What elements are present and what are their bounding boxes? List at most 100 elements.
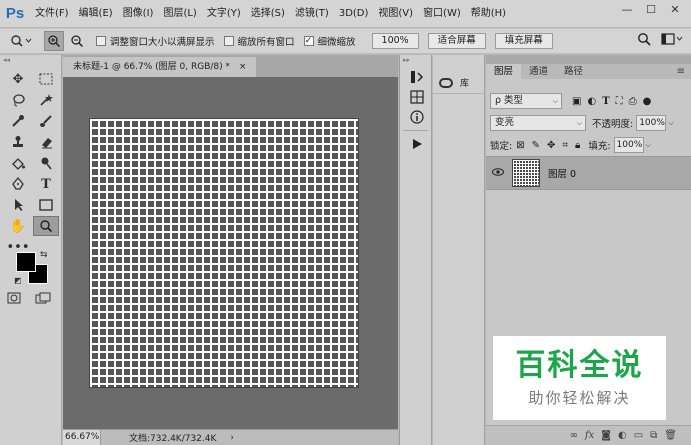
default-colors-icon[interactable]: ◩ bbox=[14, 276, 22, 285]
dodge-tool-icon[interactable] bbox=[33, 153, 59, 173]
strip-collapse-icon[interactable]: ▸▸ bbox=[400, 55, 431, 65]
zoom-in-icon[interactable] bbox=[44, 31, 64, 51]
toolbox-collapse-icon[interactable]: ◂◂ bbox=[0, 55, 61, 65]
shape-tool-icon[interactable] bbox=[33, 195, 59, 215]
lock-fill-row: 锁定: ⊠ ✎ ✥ ⌗ 🔒︎ 填充: 100% ⌵ bbox=[490, 137, 651, 153]
restore-button[interactable]: ☐ bbox=[641, 2, 661, 18]
document-tab-title: 未标题-1 @ 66.7% (图层 0, RGB/8) * bbox=[73, 62, 230, 72]
menu-layer[interactable]: 图层(L) bbox=[158, 0, 201, 27]
lock-transparent-icon[interactable]: ⊠ bbox=[516, 140, 524, 151]
layer-row[interactable]: 图层 0 bbox=[486, 156, 691, 190]
checkbox-box[interactable] bbox=[223, 36, 234, 46]
filter-kind-select[interactable]: ρ 类型 ⌵ bbox=[490, 93, 562, 109]
type-tool-icon[interactable]: T bbox=[33, 174, 59, 194]
zoom-100-button[interactable]: 100% bbox=[371, 33, 419, 49]
chevron-down-icon[interactable]: ⌵ bbox=[668, 119, 673, 128]
library-panel-button[interactable]: 库 bbox=[433, 72, 485, 94]
lock-all-icon[interactable]: 🔒︎ bbox=[575, 140, 580, 151]
menu-3d[interactable]: 3D(D) bbox=[334, 0, 374, 27]
hand-tool-icon[interactable]: ✋ bbox=[5, 216, 31, 236]
status-menu-arrow-icon[interactable]: › bbox=[230, 433, 234, 443]
chevron-down-icon[interactable]: ⌵ bbox=[646, 141, 651, 150]
new-layer-icon[interactable]: ⧉ bbox=[650, 430, 657, 441]
menu-image[interactable]: 图像(I) bbox=[118, 0, 159, 27]
stamp-tool-icon[interactable] bbox=[5, 132, 31, 152]
eraser-tool-icon[interactable] bbox=[33, 132, 59, 152]
brush-tool-icon[interactable] bbox=[33, 111, 59, 131]
info-panel-icon[interactable] bbox=[400, 107, 433, 127]
watermark-subtitle: 助你轻松解决 bbox=[528, 389, 631, 407]
lasso-tool-icon[interactable] bbox=[5, 90, 31, 110]
opacity-field[interactable]: 100% bbox=[636, 115, 667, 131]
lock-artboard-icon[interactable]: ⌗ bbox=[562, 140, 568, 151]
filter-smart-object-icon[interactable]: ⎙ bbox=[629, 96, 637, 107]
path-selection-tool-icon[interactable] bbox=[5, 195, 31, 215]
checkbox-checked[interactable]: ✓ bbox=[303, 36, 314, 46]
close-button[interactable]: ✕ bbox=[665, 2, 685, 18]
resize-window-checkbox[interactable]: 调整窗口大小以满屏显示 bbox=[96, 34, 215, 48]
eyedropper-tool-icon[interactable] bbox=[5, 111, 31, 131]
tab-channels[interactable]: 通道 bbox=[521, 64, 556, 79]
blend-mode-select[interactable]: 变亮 ⌵ bbox=[490, 115, 586, 131]
filter-shape-icon[interactable]: ⛶ bbox=[616, 96, 623, 107]
checkbox-box[interactable] bbox=[96, 36, 106, 46]
tab-paths[interactable]: 路径 bbox=[556, 64, 591, 79]
layer-name[interactable]: 图层 0 bbox=[548, 166, 576, 180]
pen-tool-icon[interactable] bbox=[5, 174, 31, 194]
canvas-grid-image[interactable] bbox=[89, 118, 359, 388]
panel-tabs: 图层 通道 路径 ≡ bbox=[486, 55, 691, 79]
lock-position-icon[interactable]: ✥ bbox=[547, 140, 555, 151]
screen-mode-icon[interactable] bbox=[35, 292, 53, 307]
panel-menu-icon[interactable]: ≡ bbox=[677, 66, 685, 77]
filter-pixel-icon[interactable]: ▣ bbox=[572, 96, 581, 107]
close-tab-icon[interactable]: × bbox=[239, 62, 247, 72]
search-icon[interactable] bbox=[637, 32, 651, 49]
document-tab[interactable]: 未标题-1 @ 66.7% (图层 0, RGB/8) * × bbox=[63, 57, 257, 77]
foreground-color-swatch[interactable] bbox=[16, 252, 36, 272]
3d-panel-icon[interactable] bbox=[400, 87, 433, 107]
marquee-tool-icon[interactable] bbox=[33, 69, 59, 89]
fill-screen-button[interactable]: 填充屏幕 bbox=[494, 33, 553, 49]
menu-file[interactable]: 文件(F) bbox=[30, 0, 74, 27]
color-swatches: ⇆ ◩ bbox=[14, 250, 54, 290]
move-tool-icon[interactable]: ✥ bbox=[5, 69, 31, 89]
zoom-out-icon[interactable] bbox=[67, 31, 87, 51]
menu-filter[interactable]: 滤镜(T) bbox=[290, 0, 334, 27]
visibility-eye-icon[interactable] bbox=[486, 167, 510, 179]
actions-play-icon[interactable] bbox=[400, 134, 433, 154]
window-controls: — ☐ ✕ bbox=[617, 2, 685, 18]
menu-type[interactable]: 文字(Y) bbox=[202, 0, 246, 27]
lock-image-icon[interactable]: ✎ bbox=[532, 140, 540, 151]
fill-field[interactable]: 100% bbox=[613, 137, 644, 153]
filter-toggle-icon[interactable]: ● bbox=[643, 96, 652, 107]
quick-selection-tool-icon[interactable] bbox=[33, 90, 59, 110]
delete-layer-icon[interactable]: 🗑︎ bbox=[664, 430, 677, 441]
quick-mask-icon[interactable] bbox=[7, 292, 21, 307]
scrubby-zoom-checkbox[interactable]: ✓ 细微缩放 bbox=[303, 34, 356, 48]
minimize-button[interactable]: — bbox=[617, 2, 637, 18]
zoom-level-field[interactable]: 66.67% bbox=[63, 429, 101, 445]
layer-style-icon[interactable]: fx bbox=[585, 430, 594, 441]
new-group-icon[interactable]: ▭ bbox=[634, 430, 643, 441]
fit-screen-button[interactable]: 适合屏幕 bbox=[427, 33, 486, 49]
zoom-all-windows-checkbox[interactable]: 缩放所有窗口 bbox=[223, 34, 295, 48]
menu-window[interactable]: 窗口(W) bbox=[418, 0, 466, 27]
menu-select[interactable]: 选择(S) bbox=[246, 0, 290, 27]
history-panel-icon[interactable] bbox=[400, 67, 433, 87]
zoom-tool-icon[interactable] bbox=[33, 216, 59, 236]
zoom-tool-preset-icon[interactable] bbox=[10, 31, 32, 51]
workspace-switcher-icon[interactable] bbox=[661, 32, 683, 49]
menu-edit[interactable]: 编辑(E) bbox=[74, 0, 118, 27]
fill-tool-icon[interactable] bbox=[5, 153, 31, 173]
filter-adjustment-icon[interactable]: ◐ bbox=[587, 96, 596, 107]
add-mask-icon[interactable]: ◙ bbox=[601, 430, 611, 441]
menu-help[interactable]: 帮助(H) bbox=[466, 0, 511, 27]
tab-layers[interactable]: 图层 bbox=[486, 64, 522, 79]
menu-view[interactable]: 视图(V) bbox=[373, 0, 418, 27]
filter-type-icon[interactable]: T bbox=[602, 96, 609, 107]
link-layers-icon[interactable]: ∞ bbox=[570, 430, 578, 441]
layers-panel-footer: ∞ fx ◙ ◐ ▭ ⧉ 🗑︎ bbox=[486, 425, 691, 445]
scrubby-zoom-label: 细微缩放 bbox=[317, 37, 356, 48]
swap-colors-icon[interactable]: ⇆ bbox=[40, 250, 48, 260]
adjustment-layer-icon[interactable]: ◐ bbox=[618, 430, 627, 441]
